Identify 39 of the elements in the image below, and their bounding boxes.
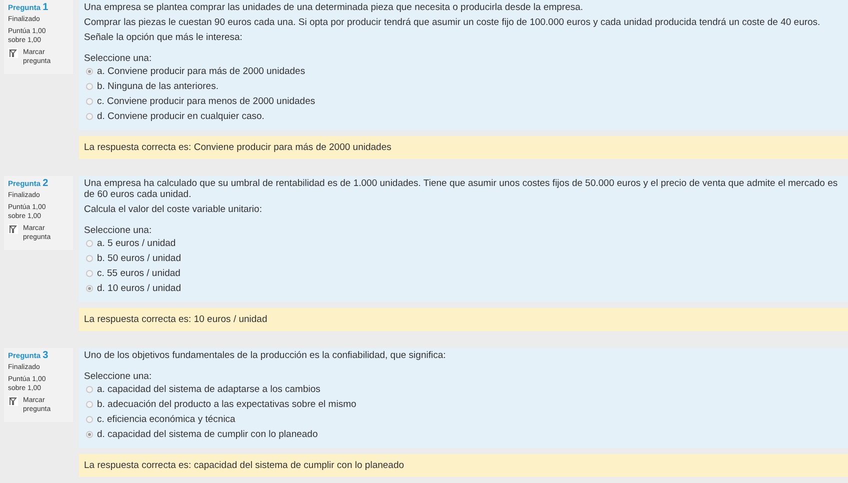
answer-prompt: Seleccione una: — [84, 225, 153, 236]
answer-option: d. capacidad del sistema de cumplir con lo planeado — [97, 429, 318, 440]
question-text: Señale la opción que más le interesa: — [84, 32, 244, 43]
question-text: Uno de los objetivos fundamentales de la producción es la confiabilidad, que significa: — [84, 350, 447, 361]
answer-option: c. Conviene producir para menos de 2000 unidades — [97, 96, 316, 107]
answer-option: b. adecuación del producto a las expectativas sobre el mismo — [97, 399, 356, 410]
answer-option: a. capacidad del sistema de adaptarse a los cambios — [97, 384, 320, 395]
question-text: Comprar las piezas le cuestan 90 euros cada una. Si opta por producir tendrá que asumir un coste fijo de 100.000 euros y cada unidad producida tendrá un coste de 40 euros. — [84, 17, 822, 28]
answer-option: a. Conviene producir para más de 2000 unidades — [97, 66, 306, 77]
radio-button[interactable] — [86, 285, 93, 292]
radio-button[interactable] — [86, 431, 93, 438]
radio-button[interactable] — [86, 68, 93, 75]
flag-icon — [8, 48, 18, 58]
question-text: Calcula el valor del coste variable unitario: — [84, 204, 263, 215]
answer-option: d. Conviene producir en cualquier caso. — [97, 111, 264, 122]
answer-option: c. eficiencia económica y técnica — [97, 414, 236, 425]
answer-option: b. 50 euros / unidad — [97, 253, 181, 264]
answer-option: a. 5 euros / unidad — [97, 238, 176, 249]
correct-answer-feedback: La respuesta correcta es: 10 euros / unidad — [79, 308, 848, 331]
answer-option: d. 10 euros / unidad — [97, 283, 181, 294]
radio-button[interactable] — [86, 240, 93, 247]
radio-button[interactable] — [86, 270, 93, 277]
correct-answer-feedback: La respuesta correcta es: capacidad del sistema de cumplir con lo planeado — [79, 454, 848, 477]
answer-prompt: Seleccione una: — [84, 53, 153, 64]
radio-button[interactable] — [86, 113, 93, 120]
correct-answer-feedback: La respuesta correcta es: Conviene producir para más de 2000 unidades — [79, 136, 848, 159]
question-text: Una empresa se plantea comprar las unidades de una determinada pieza que necesita o producirla desde la empresa. — [84, 2, 584, 13]
radio-button[interactable] — [86, 386, 93, 393]
flag-icon — [8, 396, 18, 406]
answer-prompt: Seleccione una: — [84, 371, 153, 382]
flag-icon — [8, 224, 18, 234]
radio-button[interactable] — [86, 255, 93, 262]
question-text: Una empresa ha calculado que su umbral de rentabilidad es de 1.000 unidades. Tiene que asumir unos costes fijos de 50.000 euros y el precio de venta que admite el mercado es de 60 euros cada unidad. — [84, 178, 839, 200]
radio-button[interactable] — [86, 416, 93, 423]
answer-option: c. 55 euros / unidad — [97, 268, 180, 279]
radio-button[interactable] — [86, 83, 93, 90]
answer-option: b. Ninguna de las anteriores. — [97, 81, 218, 92]
radio-button[interactable] — [86, 98, 93, 105]
radio-button[interactable] — [86, 401, 93, 408]
